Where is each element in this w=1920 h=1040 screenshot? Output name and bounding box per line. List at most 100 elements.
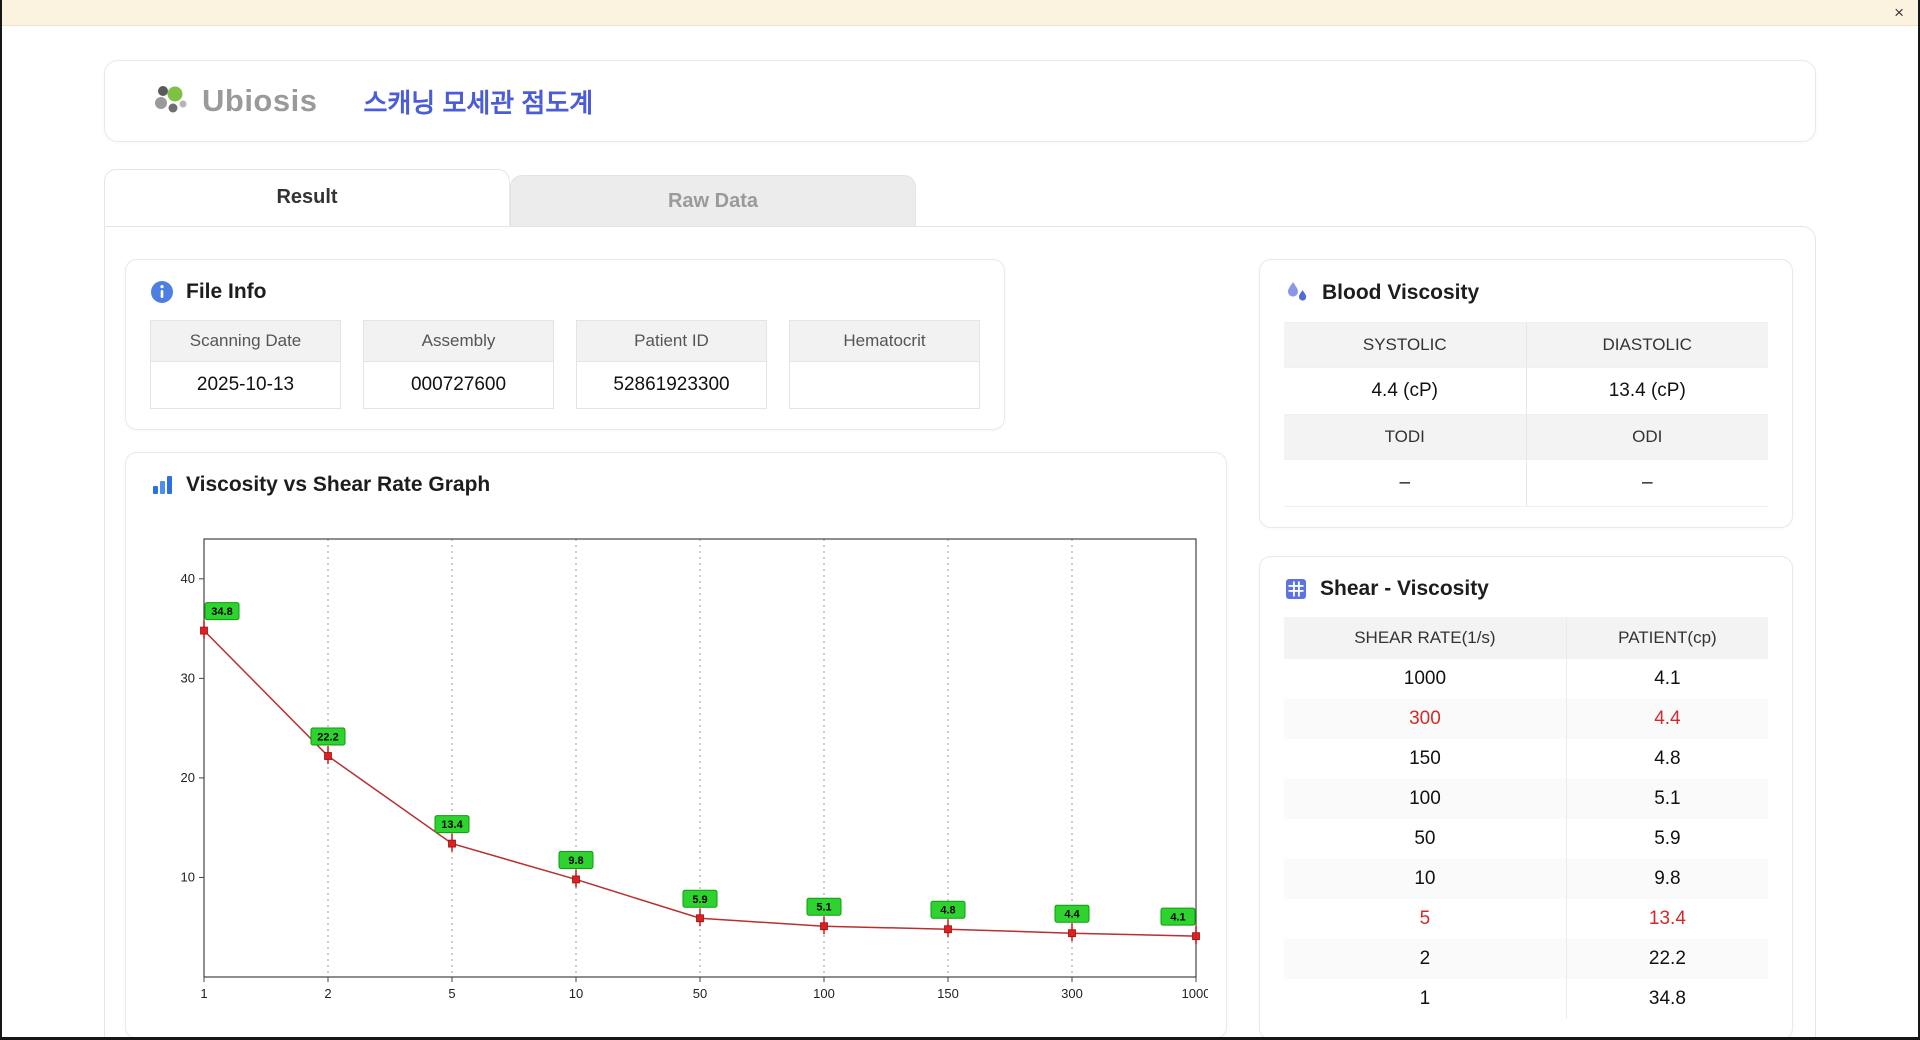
ubiosis-logo-icon xyxy=(151,81,193,121)
shear-rate-cell: 50 xyxy=(1284,819,1567,859)
svg-text:5.9: 5.9 xyxy=(692,894,707,906)
info-icon xyxy=(150,280,174,304)
svg-text:30: 30 xyxy=(181,670,195,685)
file-info-field: Patient ID 52861923300 xyxy=(576,320,767,409)
file-info-field: Hematocrit xyxy=(789,320,980,409)
file-info-field-label: Patient ID xyxy=(577,321,766,362)
blood-viscosity-row: TODI ODI xyxy=(1284,415,1768,460)
patient-viscosity-cell: 9.8 xyxy=(1566,859,1768,899)
shear-rate-cell: 150 xyxy=(1284,739,1567,779)
table-row: 100 5.1 xyxy=(1284,779,1768,819)
graph-card: Viscosity vs Shear Rate Graph 10 20 30 40 1 2… xyxy=(125,452,1227,1037)
svg-text:9.8: 9.8 xyxy=(568,855,583,867)
shear-rate-cell: 10 xyxy=(1284,859,1567,899)
file-info-field-label: Hematocrit xyxy=(790,321,979,362)
blood-viscosity-label: ODI xyxy=(1525,415,1768,459)
file-info-field-value: 52861923300 xyxy=(613,374,730,395)
patient-viscosity-cell: 22.2 xyxy=(1566,939,1768,979)
svg-text:5.1: 5.1 xyxy=(816,902,831,914)
patient-viscosity-cell: 4.1 xyxy=(1654,668,1681,689)
file-info-field-value xyxy=(790,362,979,408)
blood-viscosity-value: – xyxy=(1525,460,1769,506)
page-title: 스캐닝 모세관 점도계 xyxy=(363,87,594,118)
file-info-field-label: Scanning Date xyxy=(151,321,340,362)
blood-viscosity-row: 4.4 (cP) 13.4 (cP) xyxy=(1284,368,1768,415)
shear-rate-cell: 300 xyxy=(1284,699,1567,739)
window-titlebar: × xyxy=(2,0,1918,26)
table-row: 1000 4.1 xyxy=(1284,659,1768,699)
file-info-field: Scanning Date 2025-10-13 xyxy=(150,320,341,409)
svg-text:100: 100 xyxy=(813,986,835,1001)
table-row: 10 9.8 xyxy=(1284,859,1768,899)
blood-viscosity-label: SYSTOLIC xyxy=(1284,323,1526,367)
blood-viscosity-value: – xyxy=(1399,472,1411,493)
ubiosis-logo: Ubiosis xyxy=(151,81,317,121)
blood-viscosity-value: 13.4 (cP) xyxy=(1525,368,1769,414)
tab-result[interactable]: Result xyxy=(104,169,510,226)
shear-rate-cell: 2 xyxy=(1284,939,1567,979)
shear-viscosity-card: Shear - Viscosity SHEAR RATE(1/s) PATIEN… xyxy=(1259,556,1793,1037)
patient-viscosity-cell: 13.4 xyxy=(1648,908,1686,929)
file-info-title: File Info xyxy=(186,280,267,303)
patient-viscosity-cell: 4.8 xyxy=(1654,748,1681,769)
viscosity-chart-svg: 10 20 30 40 1 2 5 10 50 100 150 300 1000 34.8 22.2 13.4… xyxy=(181,538,1210,1001)
patient-column-header: PATIENT(cp) xyxy=(1566,617,1768,659)
svg-text:40: 40 xyxy=(181,571,195,586)
table-row: 150 4.8 xyxy=(1284,739,1768,779)
graph-header: Viscosity vs Shear Rate Graph xyxy=(150,473,1202,497)
file-info-header: File Info xyxy=(150,280,980,304)
blood-viscosity-row: – – xyxy=(1284,460,1768,507)
file-info-field-value: 000727600 xyxy=(410,374,507,395)
file-info-field: Assembly 000727600 xyxy=(363,320,554,409)
tab-raw-data[interactable]: Raw Data xyxy=(510,175,916,226)
tab-bar: Result Raw Data xyxy=(104,169,1816,226)
svg-text:2: 2 xyxy=(324,986,331,1001)
main-area: Ubiosis 스캐닝 모세관 점도계 Result Raw Data File… xyxy=(2,26,1918,1037)
table-row: 50 5.9 xyxy=(1284,819,1768,859)
blood-viscosity-card: Blood Viscosity SYSTOLIC DIASTOLIC 4.4 (cP… xyxy=(1259,259,1793,528)
blood-viscosity-title: Blood Viscosity xyxy=(1322,281,1480,304)
shear-table-header-row: SHEAR RATE(1/s) PATIENT(cp) xyxy=(1284,617,1768,659)
patient-viscosity-cell: 4.4 xyxy=(1566,699,1768,739)
svg-text:22.2: 22.2 xyxy=(317,732,338,744)
svg-text:10: 10 xyxy=(181,869,195,884)
droplets-icon xyxy=(1284,280,1310,306)
blood-viscosity-row: SYSTOLIC DIASTOLIC xyxy=(1284,323,1768,368)
header-card: Ubiosis 스캐닝 모세관 점도계 xyxy=(104,60,1816,142)
left-column: File Info Scanning Date 2025-10-13 Assembl… xyxy=(125,259,1227,1037)
blood-viscosity-label: DIASTOLIC xyxy=(1525,323,1768,367)
logo-text: Ubiosis xyxy=(202,83,318,118)
file-info-field-value: 2025-10-13 xyxy=(196,374,295,395)
table-row: 5 13.4 xyxy=(1284,899,1768,939)
svg-text:50: 50 xyxy=(693,986,707,1001)
shear-viscosity-header: Shear - Viscosity xyxy=(1284,577,1768,601)
svg-text:4.1: 4.1 xyxy=(1170,912,1185,924)
blood-viscosity-label: TODI xyxy=(1284,415,1526,459)
result-panel: File Info Scanning Date 2025-10-13 Assembl… xyxy=(104,226,1816,1037)
shear-table-body: 1000 4.1 300 4.4 150 4.8 100 5.1 50 5.9 10 9.8 5 13.4… xyxy=(1284,659,1768,1019)
svg-text:10: 10 xyxy=(569,986,583,1001)
patient-viscosity-cell: 5.1 xyxy=(1566,779,1768,819)
window-close-button[interactable]: × xyxy=(1894,4,1904,21)
svg-text:4.4: 4.4 xyxy=(1064,909,1080,921)
bar-chart-icon xyxy=(150,473,174,497)
blood-viscosity-header: Blood Viscosity xyxy=(1284,280,1768,306)
svg-text:34.8: 34.8 xyxy=(211,606,232,618)
svg-text:1000: 1000 xyxy=(1182,986,1208,1001)
shear-rate-column-header: SHEAR RATE(1/s) xyxy=(1284,617,1567,659)
svg-text:13.4: 13.4 xyxy=(441,819,463,831)
svg-text:5: 5 xyxy=(448,986,455,1001)
shear-viscosity-title: Shear - Viscosity xyxy=(1320,577,1489,600)
graph-title: Viscosity vs Shear Rate Graph xyxy=(186,473,491,496)
file-info-field-label: Assembly xyxy=(364,321,553,362)
svg-text:300: 300 xyxy=(1061,986,1083,1001)
blood-viscosity-grid: SYSTOLIC DIASTOLIC 4.4 (cP) 13.4 (cP) TODI OD… xyxy=(1284,322,1768,507)
shear-viscosity-table: SHEAR RATE(1/s) PATIENT(cp) 1000 4.1 300 4.… xyxy=(1284,617,1768,1019)
table-row: 2 22.2 xyxy=(1284,939,1768,979)
blood-viscosity-value: 4.4 (cP) xyxy=(1371,380,1439,401)
file-info-card: File Info Scanning Date 2025-10-13 Assembl… xyxy=(125,259,1005,430)
shear-rate-cell: 1000 xyxy=(1284,659,1567,699)
svg-text:150: 150 xyxy=(937,986,959,1001)
table-row: 300 4.4 xyxy=(1284,699,1768,739)
file-info-fields: Scanning Date 2025-10-13 Assembly 000727600… xyxy=(150,320,980,409)
